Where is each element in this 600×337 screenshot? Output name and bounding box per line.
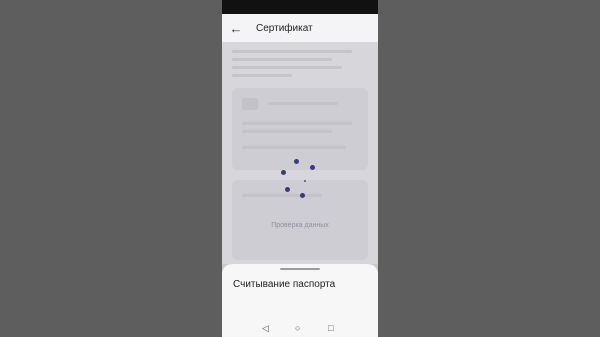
status-bar	[222, 0, 378, 14]
phone-screen: ← Сертификат Проверка данных Считывание …	[222, 0, 378, 337]
nav-back-icon[interactable]: ◁	[262, 322, 269, 334]
system-nav-bar: ◁ ○ □	[222, 320, 378, 337]
card-line	[268, 102, 338, 105]
text-line	[232, 50, 352, 53]
card-line	[242, 194, 322, 197]
video-pillarbox-left	[0, 0, 222, 337]
page-title: Сертификат	[256, 22, 313, 34]
video-pillarbox-right	[378, 0, 600, 337]
bottom-sheet: Считывание паспорта	[222, 264, 378, 320]
card-line	[242, 146, 346, 149]
nav-recent-icon[interactable]: □	[328, 322, 333, 334]
text-line	[232, 58, 332, 61]
verification-card: Проверка данных	[232, 180, 368, 260]
nav-home-icon[interactable]: ○	[295, 322, 300, 334]
certificate-card[interactable]	[232, 88, 368, 170]
text-line	[232, 66, 342, 69]
certificate-content: Проверка данных	[222, 42, 378, 264]
check-status-label: Проверка данных	[271, 222, 329, 229]
document-icon	[242, 98, 258, 110]
arrow-left-icon[interactable]: ←	[224, 21, 248, 36]
app-bar: ← Сертификат	[222, 14, 378, 42]
card-line	[242, 130, 332, 133]
text-line	[232, 74, 292, 77]
card-line	[242, 122, 352, 125]
drag-handle[interactable]	[280, 268, 320, 270]
bottom-sheet-title: Считывание паспорта	[233, 279, 336, 290]
